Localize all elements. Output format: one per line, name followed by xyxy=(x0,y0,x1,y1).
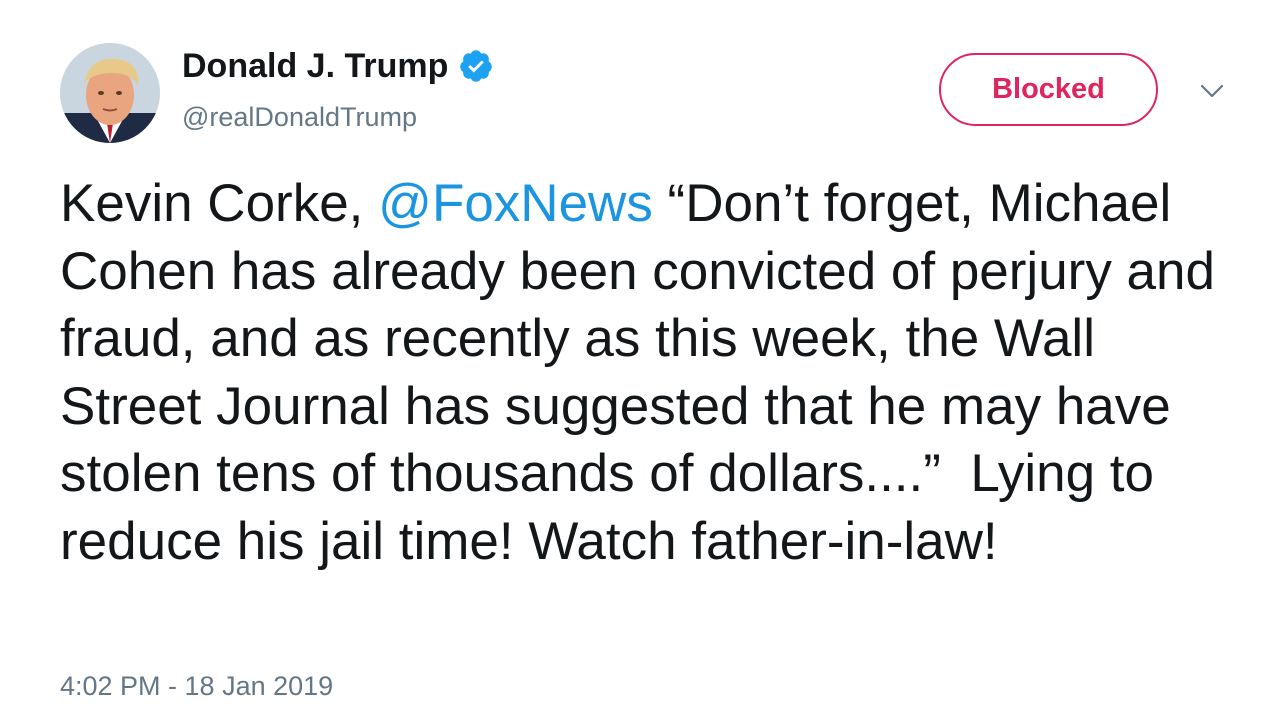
tweet-text: Kevin Corke, @FoxNews “Don’t forget, Mic… xyxy=(60,170,1250,575)
chevron-down-icon[interactable] xyxy=(1197,80,1227,102)
author-name-row: Donald J. Trump xyxy=(182,46,494,86)
tweet-card: Donald J. Trump @realDonaldTrump Blocked… xyxy=(0,0,1280,719)
verified-badge-icon xyxy=(458,48,494,84)
tweet-timestamp[interactable]: 4:02 PM - 18 Jan 2019 xyxy=(60,670,333,702)
author-handle[interactable]: @realDonaldTrump xyxy=(182,101,417,133)
mention-link[interactable]: @FoxNews xyxy=(378,174,653,233)
tweet-text-part: “Don’t forget, Michael Cohen has already… xyxy=(60,174,1230,571)
avatar-photo-icon xyxy=(60,43,160,143)
avatar[interactable] xyxy=(60,43,160,143)
display-name[interactable]: Donald J. Trump xyxy=(182,46,448,86)
tweet-text-part: Kevin Corke, xyxy=(60,174,379,233)
blocked-button[interactable]: Blocked xyxy=(939,53,1158,126)
